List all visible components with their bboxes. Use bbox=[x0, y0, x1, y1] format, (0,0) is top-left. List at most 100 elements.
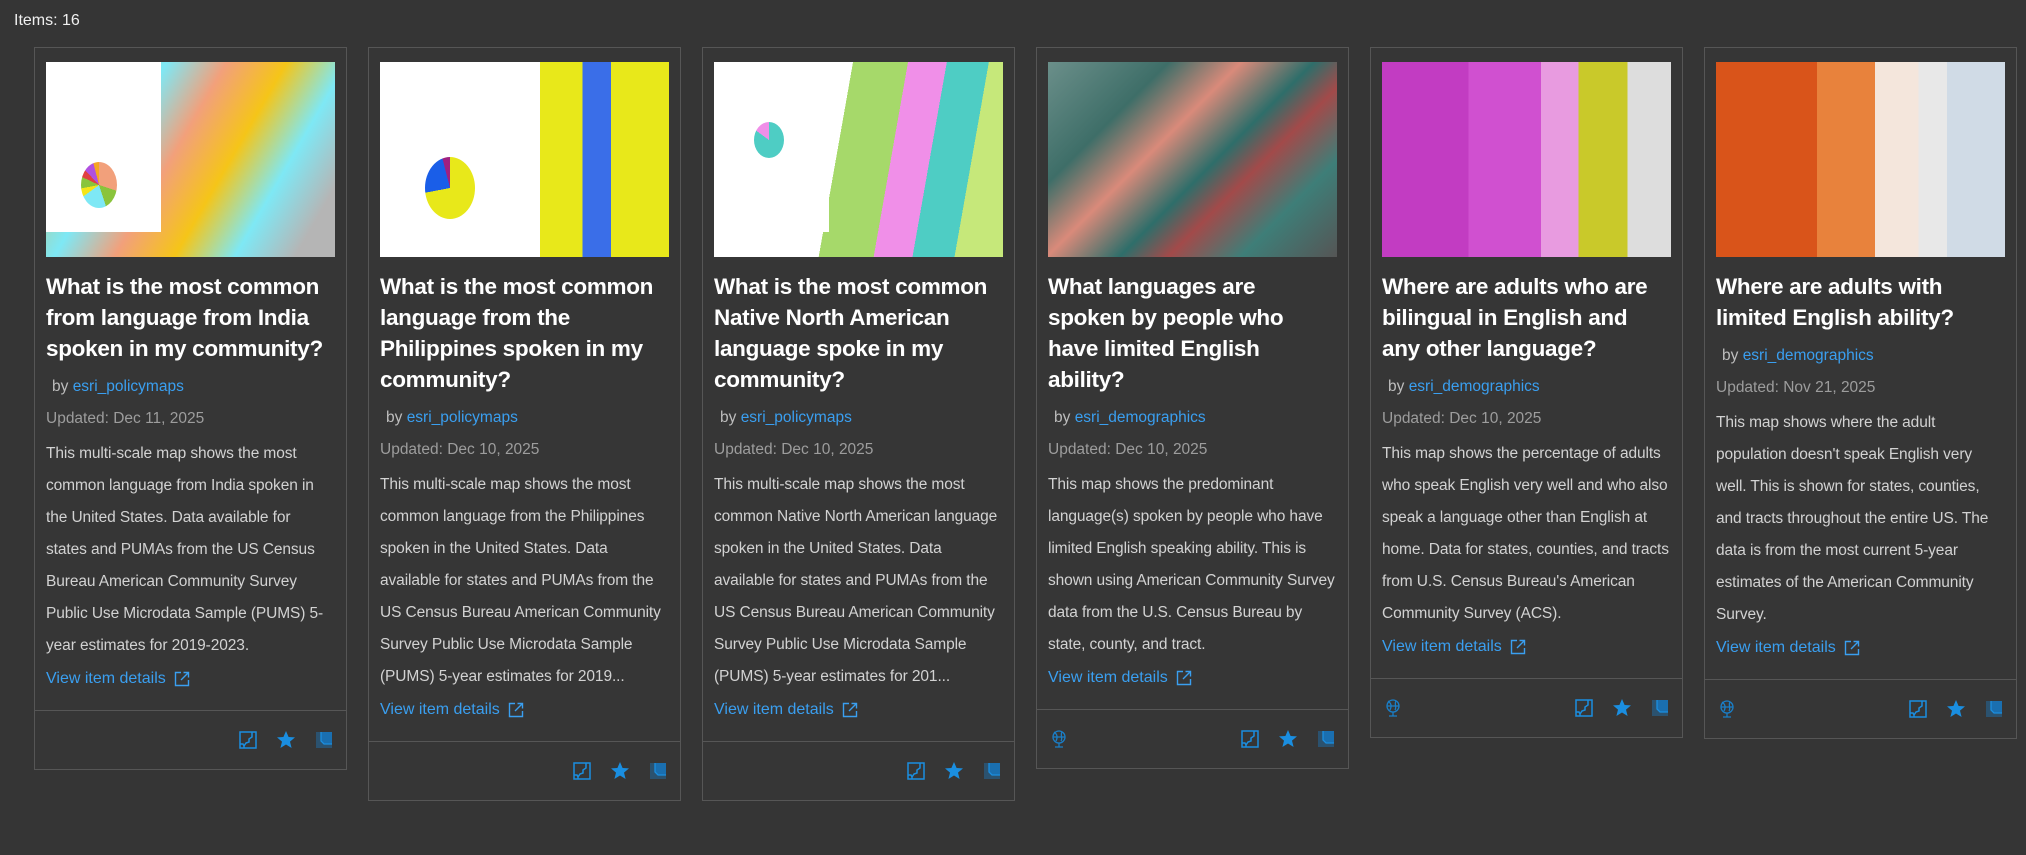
item-thumbnail[interactable] bbox=[46, 62, 335, 257]
scene-icon[interactable] bbox=[982, 761, 1002, 781]
pie-chart-preview bbox=[425, 157, 475, 219]
globe-icon[interactable] bbox=[1383, 698, 1403, 718]
item-description: This multi-scale map shows the most comm… bbox=[714, 476, 998, 685]
map-viewer-icon[interactable] bbox=[1574, 698, 1594, 718]
card-footer bbox=[369, 741, 680, 800]
item-title: What languages are spoken by people who … bbox=[1048, 274, 1284, 392]
by-label: by bbox=[1722, 347, 1739, 364]
items-count: Items: 16 bbox=[14, 12, 80, 29]
item-thumbnail[interactable] bbox=[1048, 62, 1337, 257]
item-title: What is the most common language from th… bbox=[380, 274, 654, 392]
item-owner: by esri_demographics bbox=[1054, 407, 1337, 429]
item-updated: Updated: Nov 21, 2025 bbox=[1716, 379, 1876, 396]
external-link-icon bbox=[508, 702, 523, 718]
scene-icon[interactable] bbox=[648, 761, 668, 781]
view-item-details-link[interactable]: View item details bbox=[380, 701, 669, 719]
item-description: This map shows the predominant language(… bbox=[1048, 476, 1335, 653]
view-item-details-label: View item details bbox=[1716, 639, 1836, 656]
external-link-icon bbox=[174, 671, 189, 687]
map-popup-preview bbox=[46, 62, 161, 232]
by-label: by bbox=[1388, 378, 1405, 395]
item-owner: by esri_demographics bbox=[1388, 376, 1671, 398]
card-footer bbox=[35, 710, 346, 769]
owner-link[interactable]: esri_policymaps bbox=[407, 409, 518, 426]
globe-icon[interactable] bbox=[1049, 729, 1069, 749]
pie-chart-preview bbox=[754, 122, 784, 158]
card-footer bbox=[1705, 679, 2016, 738]
item-owner: by esri_policymaps bbox=[720, 407, 1003, 429]
view-item-details-link[interactable]: View item details bbox=[1716, 639, 2005, 657]
map-viewer-icon[interactable] bbox=[906, 761, 926, 781]
map-viewer-icon[interactable] bbox=[238, 730, 258, 750]
item-title: What is the most common from language fr… bbox=[46, 274, 323, 361]
map-popup-preview bbox=[714, 62, 829, 232]
item-card: What languages are spoken by people who … bbox=[1036, 47, 1349, 769]
item-title: Where are adults with limited English ab… bbox=[1716, 274, 1954, 330]
item-updated: Updated: Dec 10, 2025 bbox=[380, 441, 540, 458]
item-updated: Updated: Dec 10, 2025 bbox=[1048, 441, 1208, 458]
card-footer bbox=[1371, 678, 1682, 737]
item-card: Where are adults who are bilingual in En… bbox=[1370, 47, 1683, 738]
item-card: What is the most common Native North Ame… bbox=[702, 47, 1015, 801]
view-item-details-label: View item details bbox=[46, 670, 166, 687]
owner-link[interactable]: esri_policymaps bbox=[73, 378, 184, 395]
map-viewer-icon[interactable] bbox=[1908, 699, 1928, 719]
scene-icon[interactable] bbox=[1984, 699, 2004, 719]
scene-icon[interactable] bbox=[1316, 729, 1336, 749]
favorite-star-icon[interactable] bbox=[276, 730, 296, 750]
card-footer bbox=[703, 741, 1014, 800]
map-viewer-icon[interactable] bbox=[1240, 729, 1260, 749]
pie-chart-preview bbox=[81, 162, 117, 208]
item-thumbnail[interactable] bbox=[1382, 62, 1671, 257]
view-item-details-link[interactable]: View item details bbox=[1048, 669, 1337, 687]
favorite-star-icon[interactable] bbox=[610, 761, 630, 781]
external-link-icon bbox=[1176, 670, 1191, 686]
view-item-details-label: View item details bbox=[1048, 669, 1168, 686]
item-thumbnail[interactable] bbox=[1716, 62, 2005, 257]
by-label: by bbox=[52, 378, 69, 395]
owner-link[interactable]: esri_policymaps bbox=[741, 409, 852, 426]
map-viewer-icon[interactable] bbox=[572, 761, 592, 781]
scene-icon[interactable] bbox=[314, 730, 334, 750]
external-link-icon bbox=[842, 702, 857, 718]
item-owner: by esri_demographics bbox=[1722, 345, 2005, 367]
item-title: Where are adults who are bilingual in En… bbox=[1382, 274, 1648, 361]
favorite-star-icon[interactable] bbox=[1946, 699, 1966, 719]
item-description: This multi-scale map shows the most comm… bbox=[46, 445, 324, 654]
by-label: by bbox=[1054, 409, 1071, 426]
globe-icon[interactable] bbox=[1717, 699, 1737, 719]
favorite-star-icon[interactable] bbox=[944, 761, 964, 781]
by-label: by bbox=[720, 409, 737, 426]
item-thumbnail[interactable] bbox=[714, 62, 1003, 257]
by-label: by bbox=[386, 409, 403, 426]
item-thumbnail[interactable] bbox=[380, 62, 669, 257]
owner-link[interactable]: esri_demographics bbox=[1743, 347, 1874, 364]
map-popup-preview bbox=[380, 62, 540, 257]
item-card: Where are adults with limited English ab… bbox=[1704, 47, 2017, 739]
card-footer bbox=[1037, 709, 1348, 768]
external-link-icon bbox=[1510, 639, 1525, 655]
scene-icon[interactable] bbox=[1650, 698, 1670, 718]
owner-link[interactable]: esri_demographics bbox=[1409, 378, 1540, 395]
favorite-star-icon[interactable] bbox=[1278, 729, 1298, 749]
owner-link[interactable]: esri_demographics bbox=[1075, 409, 1206, 426]
item-owner: by esri_policymaps bbox=[52, 376, 335, 398]
item-description: This map shows where the adult populatio… bbox=[1716, 414, 1989, 623]
item-description: This multi-scale map shows the most comm… bbox=[380, 476, 661, 685]
view-item-details-label: View item details bbox=[1382, 638, 1502, 655]
item-owner: by esri_policymaps bbox=[386, 407, 669, 429]
view-item-details-link[interactable]: View item details bbox=[46, 670, 335, 688]
item-updated: Updated: Dec 11, 2025 bbox=[46, 410, 205, 427]
item-updated: Updated: Dec 10, 2025 bbox=[1382, 410, 1542, 427]
view-item-details-label: View item details bbox=[714, 701, 834, 718]
item-card: What is the most common language from th… bbox=[368, 47, 681, 801]
item-description: This map shows the percentage of adults … bbox=[1382, 445, 1669, 622]
item-card: What is the most common from language fr… bbox=[34, 47, 347, 770]
item-updated: Updated: Dec 10, 2025 bbox=[714, 441, 874, 458]
view-item-details-link[interactable]: View item details bbox=[1382, 638, 1671, 656]
view-item-details-link[interactable]: View item details bbox=[714, 701, 1003, 719]
item-title: What is the most common Native North Ame… bbox=[714, 274, 988, 392]
favorite-star-icon[interactable] bbox=[1612, 698, 1632, 718]
item-grid: What is the most common from language fr… bbox=[34, 47, 2017, 801]
view-item-details-label: View item details bbox=[380, 701, 500, 718]
